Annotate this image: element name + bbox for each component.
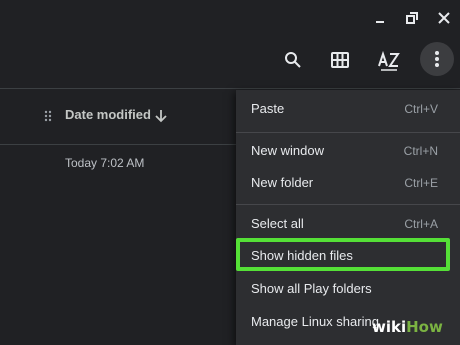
- highlight-box: [236, 238, 450, 271]
- column-label: Date modified: [65, 107, 151, 122]
- menu-item-select-all[interactable]: Select all Ctrl+A: [236, 208, 460, 240]
- menu-item-label: New folder: [251, 175, 314, 190]
- menu-item-shortcut: Ctrl+E: [404, 176, 438, 190]
- menu-separator: [236, 204, 460, 205]
- watermark-wiki: wiki: [372, 318, 407, 336]
- menu-item-label: Paste: [251, 101, 285, 116]
- menu-item-show-all-play-folders[interactable]: Show all Play folders: [236, 273, 460, 305]
- grid-view-button[interactable]: [324, 44, 356, 76]
- sort-button[interactable]: [372, 44, 404, 76]
- toolbar-divider: [0, 88, 460, 89]
- menu-item-new-window[interactable]: New window Ctrl+N: [236, 135, 460, 167]
- sort-az-icon: [378, 50, 400, 71]
- sort-descending-icon: [155, 110, 167, 123]
- close-button[interactable]: [434, 8, 454, 28]
- grid-view-icon: [331, 52, 349, 68]
- more-options-menu: Paste Ctrl+V New window Ctrl+N New folde…: [236, 90, 460, 345]
- drag-handle-icon: [44, 110, 52, 122]
- wikihow-watermark: wikiHow: [372, 318, 443, 336]
- menu-item-shortcut: Ctrl+A: [404, 217, 438, 231]
- search-icon: [285, 52, 301, 68]
- menu-item-new-folder[interactable]: New folder Ctrl+E: [236, 167, 460, 199]
- menu-item-paste[interactable]: Paste Ctrl+V: [236, 93, 460, 125]
- menu-item-label: New window: [251, 143, 324, 158]
- search-button[interactable]: [277, 44, 309, 76]
- menu-separator: [236, 132, 460, 133]
- menu-item-label: Show all Play folders: [251, 281, 372, 296]
- minimize-button[interactable]: [370, 8, 390, 28]
- menu-item-label: Select all: [251, 216, 304, 231]
- menu-item-label: Manage Linux sharing: [251, 314, 379, 329]
- restore-button[interactable]: [402, 8, 422, 28]
- menu-item-shortcut: Ctrl+N: [403, 144, 438, 158]
- menu-item-shortcut: Ctrl+V: [404, 102, 438, 116]
- watermark-how: How: [406, 318, 443, 336]
- more-vert-icon: [435, 51, 439, 67]
- close-icon: [438, 12, 450, 24]
- more-button[interactable]: [421, 43, 453, 75]
- minimize-icon: [376, 21, 384, 23]
- row-date-modified: Today 7:02 AM: [65, 156, 145, 170]
- restore-icon: [406, 12, 418, 24]
